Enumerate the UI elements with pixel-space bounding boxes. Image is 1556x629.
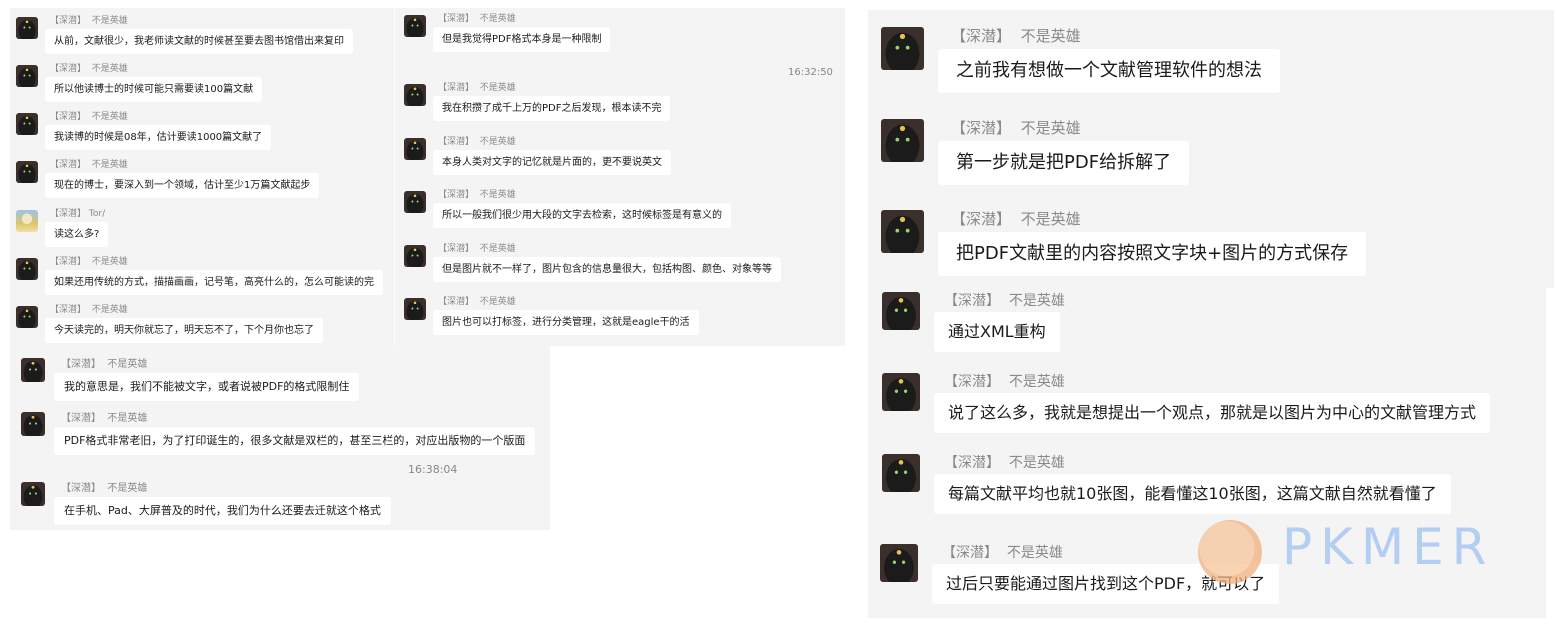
message-bubble: 图片也可以打标签，进行分类管理，这就是eagle干的活 <box>433 310 699 335</box>
sender-meta: 【深潜】 不是英雄 <box>438 137 516 147</box>
message-bubble: 现在的博士，要深入到一个领域，估计至少1万篇文献起步 <box>45 173 320 198</box>
sender-meta: 【深潜】 不是英雄 <box>438 190 516 200</box>
sender-meta: 【深潜】 不是英雄 <box>438 297 516 307</box>
sender-meta: 【深潜】 不是英雄 <box>438 14 516 24</box>
sender-meta: 【深潜】 不是英雄 <box>951 119 1081 137</box>
sender-meta: 【深潜】 不是英雄 <box>438 244 516 254</box>
message-bubble: 我的意思是，我们不能被文字，或者说被PDF的格式限制住 <box>54 373 360 401</box>
message-bubble: 本身人类对文字的记忆就是片面的，更不要说英文 <box>433 150 671 175</box>
avatar[interactable] <box>21 358 45 382</box>
avatar[interactable] <box>404 191 426 213</box>
sender-meta: 【深潜】 不是英雄 <box>50 64 128 74</box>
sender-meta: 【深潜】 Tor/ <box>50 209 106 219</box>
avatar[interactable] <box>21 482 45 506</box>
sender-meta: 【深潜】 不是英雄 <box>50 257 128 267</box>
avatar[interactable] <box>21 412 45 436</box>
avatar[interactable] <box>882 292 920 330</box>
message-bubble: 第一步就是把PDF给拆解了 <box>938 141 1190 185</box>
avatar[interactable] <box>882 373 920 411</box>
message-bubble: 之前我有想做一个文献管理软件的想法 <box>938 49 1280 93</box>
sender-meta: 【深潜】 不是英雄 <box>50 305 128 315</box>
message-bubble: 所以一般我们很少用大段的文字去检索，这时候标签是有意义的 <box>433 203 731 228</box>
avatar[interactable] <box>16 65 38 87</box>
message-bubble: 每篇文献平均也就10张图，能看懂这10张图，这篇文献自然就看懂了 <box>934 474 1451 514</box>
sender-meta: 【深潜】 不是英雄 <box>61 483 148 494</box>
avatar[interactable] <box>882 454 920 492</box>
avatar[interactable] <box>16 258 38 280</box>
avatar[interactable] <box>16 210 38 232</box>
sender-meta: 【深潜】 不是英雄 <box>951 210 1081 228</box>
message-bubble: 从前，文献很少，我老师读文献的时候甚至要去图书馆借出来复印 <box>45 29 353 54</box>
message-bubble: 如果还用传统的方式，描描画画，记号笔，高亮什么的，怎么可能读的完 <box>45 270 383 295</box>
avatar[interactable] <box>404 15 426 37</box>
sender-meta: 【深潜】 不是英雄 <box>951 27 1081 45</box>
watermark-text: PKMER <box>1282 518 1495 576</box>
avatar[interactable] <box>404 138 426 160</box>
message-bubble: 在手机、Pad、大屏普及的时代，我们为什么还要去迁就这个格式 <box>54 497 391 525</box>
sender-meta: 【深潜】 不是英雄 <box>438 83 516 93</box>
pkmer-logo-icon <box>1198 520 1262 584</box>
message-bubble: PDF格式非常老旧，为了打印诞生的，很多文献是双栏的，甚至三栏的，对应出版物的一… <box>54 427 536 455</box>
avatar[interactable] <box>881 119 924 162</box>
message-bubble: 所以他读博士的时候可能只需要读100篇文献 <box>45 77 263 102</box>
sender-meta: 【深潜】 不是英雄 <box>50 16 128 26</box>
avatar[interactable] <box>404 84 426 106</box>
sender-meta: 【深潜】 不是英雄 <box>944 374 1065 390</box>
message-bubble: 但是我觉得PDF格式本身是一种限制 <box>433 27 611 52</box>
avatar[interactable] <box>16 161 38 183</box>
sender-meta: 【深潜】 不是英雄 <box>50 112 128 122</box>
sender-meta: 【深潜】 不是英雄 <box>944 455 1065 471</box>
avatar[interactable] <box>880 544 918 582</box>
timestamp: 16:38:04 <box>408 463 458 476</box>
message-bubble: 我在积攒了成千上万的PDF之后发现，根本读不完 <box>433 96 671 121</box>
timestamp: 16:32:50 <box>788 67 833 78</box>
sender-meta: 【深潜】 不是英雄 <box>50 160 128 170</box>
avatar[interactable] <box>881 27 924 70</box>
message-bubble: 说了这么多，我就是想提出一个观点，那就是以图片为中心的文献管理方式 <box>934 393 1491 433</box>
sender-meta: 【深潜】 不是英雄 <box>61 413 148 424</box>
message-bubble: 读这么多? <box>45 222 109 247</box>
message-bubble: 把PDF文献里的内容按照文字块+图片的方式保存 <box>938 232 1367 276</box>
sender-meta: 【深潜】 不是英雄 <box>942 545 1063 561</box>
message-bubble: 通过XML重构 <box>934 312 1060 352</box>
sender-meta: 【深潜】 不是英雄 <box>944 293 1065 309</box>
avatar[interactable] <box>16 113 38 135</box>
avatar[interactable] <box>16 306 38 328</box>
message-bubble: 但是图片就不一样了，图片包含的信息量很大，包括构图、颜色、对象等等 <box>433 257 781 282</box>
avatar[interactable] <box>404 245 426 267</box>
message-bubble: 今天读完的，明天你就忘了，明天忘不了，下个月你也忘了 <box>45 318 323 343</box>
avatar[interactable] <box>404 298 426 320</box>
avatar[interactable] <box>16 17 38 39</box>
sender-meta: 【深潜】 不是英雄 <box>61 359 148 370</box>
avatar[interactable] <box>881 210 924 253</box>
message-bubble: 我读博的时候是08年，估计要读1000篇文献了 <box>45 125 272 150</box>
